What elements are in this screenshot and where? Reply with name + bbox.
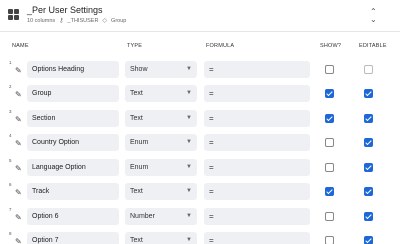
column-type-value: Number	[130, 213, 155, 220]
row-number: 8	[9, 231, 12, 236]
pencil-icon[interactable]: ✎	[15, 116, 22, 124]
pencil-icon[interactable]: ✎	[15, 67, 22, 75]
column-type-select[interactable]: Show ▼	[125, 61, 197, 78]
key-column-label: _THISUSER	[67, 17, 99, 24]
formula-field[interactable]: =	[204, 183, 310, 200]
column-type-value: Enum	[130, 139, 149, 146]
column-name-field[interactable]: Option 7	[27, 232, 119, 244]
tag-icon: ◇	[102, 18, 108, 24]
column-type-select[interactable]: Text ▼	[125, 110, 197, 127]
table-row: 7 ✎ Option 6 Number ▼ =	[0, 207, 400, 231]
row-number: 5	[9, 158, 12, 163]
caret-down-icon: ▼	[186, 115, 192, 121]
caret-down-icon: ▼	[186, 90, 192, 96]
editable-checkbox[interactable]	[364, 89, 373, 98]
column-type-value: Enum	[130, 164, 149, 171]
column-type-select[interactable]: Enum ▼	[125, 134, 197, 151]
caret-down-icon: ▼	[186, 213, 192, 219]
table-row: 1 ✎ Options Heading Show ▼ =	[0, 60, 400, 84]
show-checkbox[interactable]	[325, 163, 334, 172]
column-type-select[interactable]: Text ▼	[125, 232, 197, 244]
editable-checkbox[interactable]	[364, 236, 373, 244]
editable-checkbox[interactable]	[364, 187, 373, 196]
formula-field[interactable]: =	[204, 232, 310, 244]
column-header-formula: FORMULA	[206, 43, 235, 49]
caret-down-icon: ▼	[186, 188, 192, 194]
column-name-field[interactable]: Language Option	[27, 159, 119, 176]
row-number: 2	[9, 84, 12, 89]
row-number: 3	[9, 109, 12, 114]
show-checkbox[interactable]	[325, 114, 334, 123]
table-row: 8 ✎ Option 7 Text ▼ =	[0, 231, 400, 244]
editable-checkbox[interactable]	[364, 163, 373, 172]
column-type-select[interactable]: Text ▼	[125, 85, 197, 102]
row-number: 1	[9, 60, 12, 65]
column-type-select[interactable]: Number ▼	[125, 208, 197, 225]
column-type-value: Text	[130, 115, 143, 122]
row-number: 4	[9, 133, 12, 138]
column-count: 10 columns	[27, 17, 56, 24]
table-row: 3 ✎ Section Text ▼ =	[0, 109, 400, 133]
pencil-icon[interactable]: ✎	[15, 140, 22, 148]
formula-field[interactable]: =	[204, 208, 310, 225]
pencil-icon[interactable]: ✎	[15, 165, 22, 173]
formula-field[interactable]: =	[204, 110, 310, 127]
column-type-value: Show	[130, 66, 148, 73]
column-name-field[interactable]: Country Option	[27, 134, 119, 151]
column-header-editable: EDITABLE	[359, 43, 387, 49]
tag-label: Group	[111, 17, 127, 24]
show-checkbox[interactable]	[325, 236, 334, 244]
caret-down-icon: ▼	[186, 237, 192, 243]
column-type-value: Text	[130, 237, 143, 244]
table-grid-icon	[8, 9, 19, 20]
column-name-field[interactable]: Options Heading	[27, 61, 119, 78]
table-row: 4 ✎ Country Option Enum ▼ =	[0, 133, 400, 157]
show-checkbox[interactable]	[325, 89, 334, 98]
table-row: 6 ✎ Track Text ▼ =	[0, 182, 400, 206]
column-type-select[interactable]: Enum ▼	[125, 159, 197, 176]
pencil-icon[interactable]: ✎	[15, 238, 22, 244]
table-row: 2 ✎ Group Text ▼ =	[0, 84, 400, 108]
column-header-show: SHOW?	[320, 43, 342, 49]
column-header-name: NAME	[12, 43, 29, 49]
column-type-value: Text	[130, 188, 143, 195]
pencil-icon[interactable]: ✎	[15, 91, 22, 99]
show-checkbox[interactable]	[325, 187, 334, 196]
show-checkbox[interactable]	[325, 65, 334, 74]
editable-checkbox[interactable]	[364, 65, 373, 74]
formula-field[interactable]: =	[204, 61, 310, 78]
header-divider	[0, 31, 400, 32]
key-icon: ⚷	[59, 18, 64, 24]
row-number: 7	[9, 207, 12, 212]
caret-down-icon: ▼	[186, 66, 192, 72]
column-type-select[interactable]: Text ▼	[125, 183, 197, 200]
row-number: 6	[9, 182, 12, 187]
pencil-icon[interactable]: ✎	[15, 189, 22, 197]
table-header: _Per User Settings 10 columns ⚷ _THISUSE…	[0, 0, 400, 30]
column-name-field[interactable]: Option 6	[27, 208, 119, 225]
column-name-field[interactable]: Track	[27, 183, 119, 200]
editable-checkbox[interactable]	[364, 212, 373, 221]
column-name-field[interactable]: Section	[27, 110, 119, 127]
formula-field[interactable]: =	[204, 85, 310, 102]
editable-checkbox[interactable]	[364, 114, 373, 123]
formula-field[interactable]: =	[204, 134, 310, 151]
column-name-field[interactable]: Group	[27, 85, 119, 102]
show-checkbox[interactable]	[325, 212, 334, 221]
show-checkbox[interactable]	[325, 138, 334, 147]
caret-down-icon: ▼	[186, 139, 192, 145]
column-header-type: TYPE	[127, 43, 143, 49]
pencil-icon[interactable]: ✎	[15, 214, 22, 222]
caret-down-icon: ▼	[186, 164, 192, 170]
table-title[interactable]: _Per User Settings	[27, 5, 103, 15]
formula-field[interactable]: =	[204, 159, 310, 176]
editable-checkbox[interactable]	[364, 138, 373, 147]
chevron-updown-icon[interactable]: ⌃ ⌄	[370, 8, 377, 24]
table-meta: 10 columns ⚷ _THISUSER ◇ Group	[27, 17, 127, 25]
table-row: 5 ✎ Language Option Enum ▼ =	[0, 158, 400, 182]
column-type-value: Text	[130, 90, 143, 97]
